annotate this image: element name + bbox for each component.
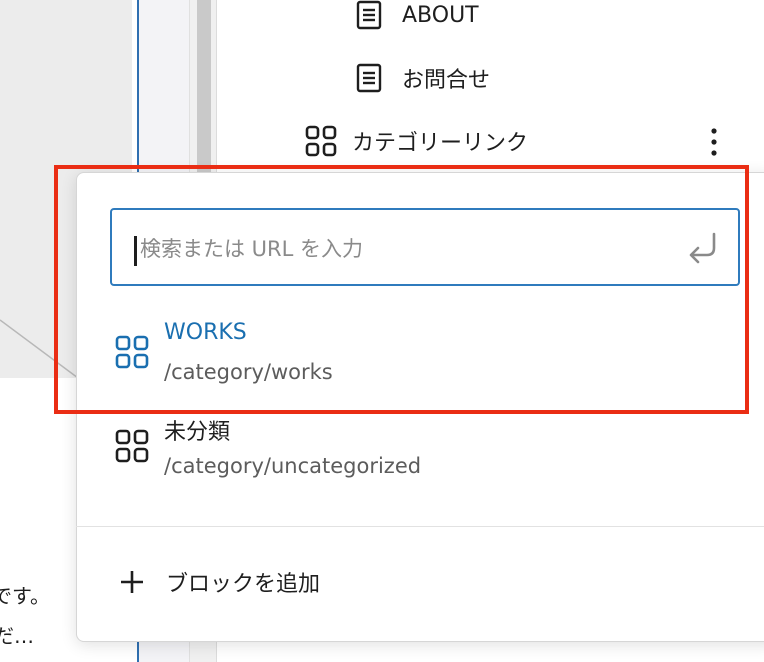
add-block-button[interactable]: ブロックを追加 [116, 566, 320, 598]
popover-divider [76, 526, 764, 527]
nav-item-contact[interactable]: お問合せ [356, 62, 490, 94]
annotation-highlight-box [54, 165, 749, 414]
page-icon [356, 0, 382, 30]
nav-item-label: カテゴリーリンク [352, 131, 529, 156]
page-icon [356, 63, 382, 93]
category-icon [115, 429, 149, 463]
plus-icon [116, 566, 148, 598]
suggestion-item-uncategorized[interactable]: 未分類 /category/uncategorized [110, 416, 740, 498]
category-icon [304, 124, 338, 158]
add-block-label: ブロックを追加 [166, 572, 321, 597]
editor-paragraph-text: です。 [0, 584, 50, 608]
nav-item-label: ABOUT [402, 2, 479, 28]
nav-item-category-link[interactable]: カテゴリーリンク [304, 124, 528, 158]
suggestion-url: /category/uncategorized [164, 454, 422, 478]
nav-item-about[interactable]: ABOUT [356, 0, 479, 30]
suggestion-title: 未分類 [164, 420, 231, 445]
nav-item-label: お問合せ [402, 68, 491, 93]
kebab-menu-icon[interactable] [700, 124, 728, 160]
editor-paragraph-text: だ… [0, 624, 34, 648]
